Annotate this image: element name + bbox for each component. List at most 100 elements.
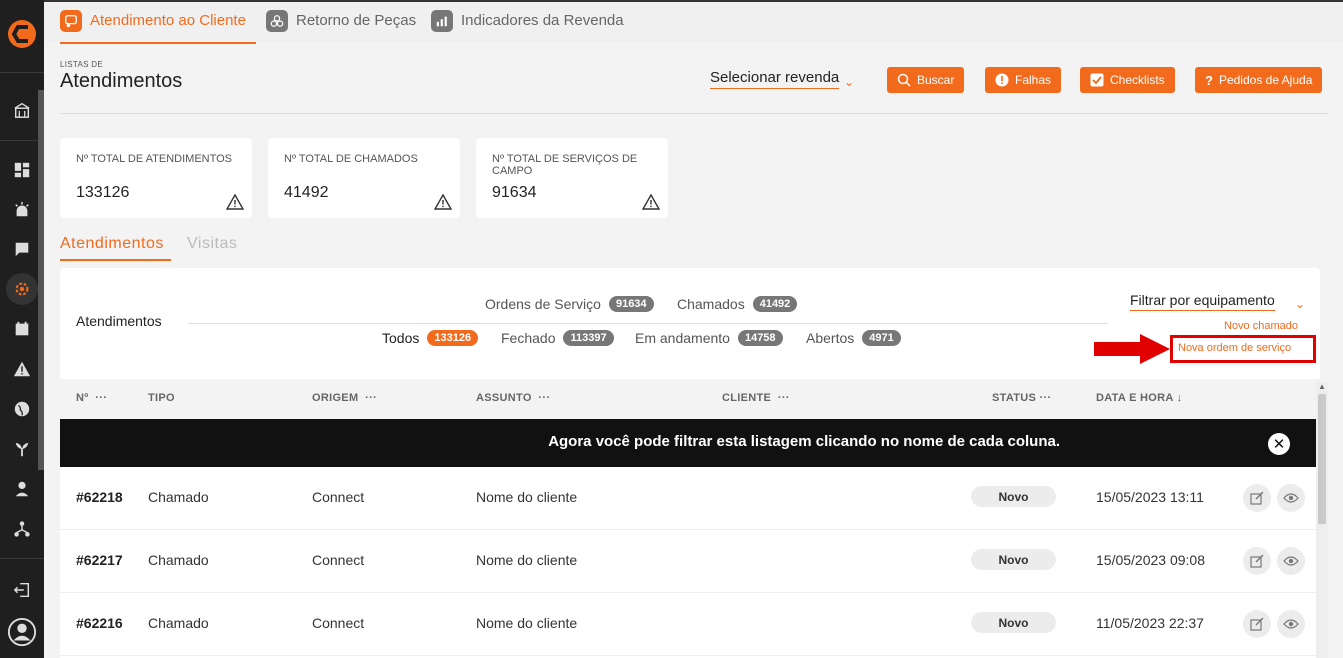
view-eye-icon[interactable]	[1277, 484, 1305, 512]
panel-title: Atendimentos	[76, 313, 162, 329]
column-header-numero[interactable]: Nº ···	[76, 392, 107, 404]
column-header-tipo[interactable]: TIPO	[148, 392, 175, 404]
cell-numero: #62218	[76, 489, 123, 505]
filter-label: Abertos	[806, 330, 855, 346]
falhas-label: Falhas	[1015, 73, 1052, 87]
stat-value: 41492	[284, 184, 329, 201]
cell-origem: Connect	[312, 615, 365, 631]
info-banner: Agora você pode filtrar esta listagem cl…	[60, 419, 1320, 467]
warning-triangle-icon[interactable]	[434, 194, 452, 210]
filter-abertos[interactable]: Abertos 4971	[806, 330, 901, 346]
divider	[188, 323, 1108, 324]
close-icon[interactable]: ✕	[1268, 433, 1290, 455]
stat-card-chamados: Nº TOTAL DE CHAMADOS 41492	[268, 138, 460, 218]
cell-tipo: Chamado	[148, 489, 209, 505]
count-badge: 113397	[563, 330, 614, 346]
filter-equipamento-dropdown[interactable]: Filtrar por equipamento	[1130, 292, 1275, 311]
warning-triangle-icon[interactable]	[226, 194, 244, 210]
filter-label: Chamados	[677, 296, 745, 312]
sort-down-icon: ↓	[1176, 392, 1183, 404]
tab-indicadores-revenda[interactable]: Indicadores da Revenda	[431, 10, 624, 42]
select-revenda-dropdown[interactable]: Selecionar revenda	[710, 69, 840, 89]
cell-data-hora: 11/05/2023 22:37	[1096, 615, 1204, 631]
chevron-down-icon[interactable]: ⌄	[1295, 297, 1305, 311]
cell-tipo: Chamado	[148, 615, 209, 631]
tab-visitas[interactable]: Visitas	[187, 235, 237, 253]
status-badge: Novo	[971, 486, 1056, 507]
network-icon[interactable]	[12, 519, 32, 539]
edit-icon[interactable]	[1243, 547, 1271, 575]
scrollbar-thumb[interactable]	[1318, 394, 1326, 524]
column-header-status[interactable]: STATUS ···	[992, 392, 1051, 404]
warning-triangle-icon[interactable]	[642, 194, 660, 210]
cell-origem: Connect	[312, 552, 365, 568]
dealer-icon[interactable]	[12, 100, 32, 120]
count-badge: 41492	[752, 296, 798, 312]
brand-logo-icon[interactable]	[6, 18, 38, 50]
buscar-button[interactable]: Buscar	[887, 67, 965, 93]
nova-ordem-servico-link[interactable]: Nova ordem de serviço	[1178, 342, 1291, 354]
view-eye-icon[interactable]	[1277, 610, 1305, 638]
table-scrollbar[interactable]: ▲	[1316, 382, 1328, 658]
column-header-cliente[interactable]: CLIENTE ···	[722, 392, 790, 404]
cell-assunto: Nome do cliente	[476, 615, 578, 631]
logout-icon[interactable]	[12, 580, 32, 600]
filter-label: Fechado	[501, 330, 556, 346]
falhas-button[interactable]: Falhas	[985, 67, 1062, 93]
plant-icon[interactable]	[12, 439, 32, 459]
location-person-icon[interactable]	[12, 479, 32, 499]
filter-label: Em andamento	[635, 330, 730, 346]
filter-chamados[interactable]: Chamados 41492	[677, 296, 798, 312]
calendar-icon[interactable]	[12, 319, 32, 339]
active-tab-underline	[60, 259, 171, 261]
top-navigation: Atendimento ao Cliente Retorno de Peças …	[44, 0, 1343, 44]
count-badge: 133126	[427, 330, 479, 346]
checklists-button[interactable]: Checklists	[1080, 67, 1175, 93]
filter-todos[interactable]: Todos 133126	[382, 330, 479, 346]
novo-chamado-link[interactable]: Novo chamado	[1224, 320, 1298, 332]
column-header-data-hora[interactable]: DATA E HORA ↓	[1096, 392, 1182, 404]
atendimentos-panel: Atendimentos Ordens de Serviço 91634 Cha…	[60, 268, 1320, 658]
table-row[interactable]: #62218 Chamado Connect Nome do cliente N…	[60, 467, 1320, 530]
pedidos-ajuda-label: Pedidos de Ajuda	[1218, 73, 1313, 87]
stat-label: Nº TOTAL DE SERVIÇOS DE CAMPO	[492, 153, 638, 177]
stat-label: Nº TOTAL DE ATENDIMENTOS	[76, 153, 233, 165]
search-icon	[897, 73, 911, 87]
column-header-origem[interactable]: ORIGEM ···	[312, 392, 377, 404]
tab-atendimento-cliente[interactable]: Atendimento ao Cliente	[60, 10, 256, 44]
pedidos-ajuda-button[interactable]: ? Pedidos de Ajuda	[1195, 67, 1323, 93]
banner-text: Agora você pode filtrar esta listagem cl…	[548, 433, 1060, 450]
cell-data-hora: 15/05/2023 13:11	[1096, 489, 1204, 505]
cell-assunto: Nome do cliente	[476, 489, 578, 505]
bar-chart-icon	[431, 10, 453, 32]
filter-ordens-servico[interactable]: Ordens de Serviço 91634	[485, 296, 654, 312]
edit-icon[interactable]	[1243, 484, 1271, 512]
main-content: LISTAS DE Atendimentos Selecionar revend…	[44, 42, 1343, 658]
support-gear-icon[interactable]	[12, 279, 32, 299]
support-icon	[60, 10, 82, 32]
cell-origem: Connect	[312, 489, 365, 505]
tab-retorno-pecas[interactable]: Retorno de Peças	[266, 10, 416, 42]
scroll-up-icon[interactable]: ▲	[1318, 382, 1326, 391]
cell-data-hora: 15/05/2023 09:08	[1096, 552, 1205, 568]
alarm-icon[interactable]	[12, 200, 32, 220]
filter-em-andamento[interactable]: Em andamento 14758	[635, 330, 783, 346]
table-row[interactable]: #62217 Chamado Connect Nome do cliente N…	[60, 530, 1320, 593]
red-arrow-annotation-icon	[1094, 334, 1170, 364]
chat-icon[interactable]	[12, 239, 32, 259]
view-eye-icon[interactable]	[1277, 547, 1305, 575]
filter-label: Todos	[382, 330, 420, 346]
checklists-label: Checklists	[1110, 73, 1165, 87]
column-header-assunto[interactable]: ASSUNTO ···	[476, 392, 550, 404]
edit-icon[interactable]	[1243, 610, 1271, 638]
help-icon: ?	[1205, 72, 1213, 88]
dashboard-icon[interactable]	[12, 160, 32, 180]
filter-fechado[interactable]: Fechado 113397	[501, 330, 614, 346]
chevron-down-icon[interactable]: ⌄	[844, 75, 854, 89]
warning-icon[interactable]	[12, 359, 32, 379]
tab-atendimentos[interactable]: Atendimentos	[60, 235, 164, 253]
user-avatar-icon[interactable]	[6, 616, 38, 648]
table-row[interactable]: #62216 Chamado Connect Nome do cliente N…	[60, 593, 1320, 656]
buscar-label: Buscar	[917, 73, 955, 87]
globe-icon[interactable]	[12, 399, 32, 419]
